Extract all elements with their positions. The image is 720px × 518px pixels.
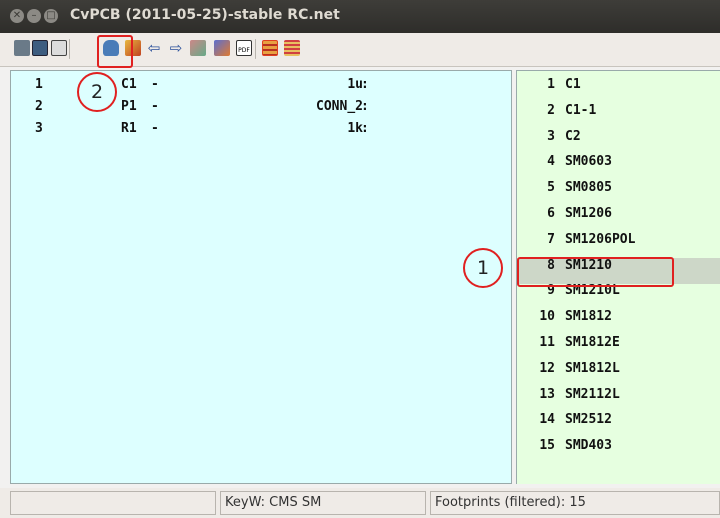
footprint-number: 7 [547, 231, 555, 247]
toolbar-separator [255, 39, 256, 59]
component-footprint-separator: : [361, 77, 369, 92]
footprint-row[interactable]: 9 SM1210L [517, 283, 720, 309]
footprint-number: 1 [547, 77, 555, 92]
footprint-name: SM1206POL [565, 231, 636, 247]
component-dash: - [151, 121, 159, 136]
next-icon[interactable]: ⇨ [168, 40, 184, 56]
footprint-name: C1-1 [565, 102, 597, 118]
footprint-name: SM1206 [565, 206, 612, 221]
window-title: CvPCB (2011-05-25)-stable RC.net [70, 7, 340, 23]
footprint-name: SM2512 [565, 412, 612, 428]
annotation-circle-2: 2 [77, 72, 117, 112]
footprint-number: 14 [539, 412, 555, 428]
footprint-row[interactable]: 3 C2 [517, 129, 720, 155]
footprint-number: 6 [547, 206, 555, 221]
footprint-name: C1 [565, 77, 581, 92]
component-footprint-separator: : [361, 99, 369, 114]
view-footprint-highlight [97, 35, 133, 68]
toolbar-separator [69, 39, 70, 59]
footprint-number: 5 [547, 180, 555, 196]
configure-icon[interactable] [51, 40, 67, 56]
footprint-number: 12 [539, 360, 555, 376]
footprint-number: 13 [539, 386, 555, 402]
footprint-name: SM1812 [565, 309, 612, 325]
maximize-window-button[interactable]: □ [44, 9, 58, 23]
footprint-name: SM2112L [565, 386, 620, 402]
component-dash: - [151, 99, 159, 114]
footprint-number: 3 [547, 128, 555, 144]
component-row[interactable]: 3 R1-1k: [11, 121, 511, 145]
open-netlist-icon[interactable] [14, 40, 30, 56]
footprint-row[interactable]: 14 SM2512 [517, 412, 720, 438]
component-index: 3 [35, 121, 43, 136]
footprint-name: C2 [565, 128, 581, 144]
status-bar: KeyW: CMS SM Footprints (filtered): 15 [0, 488, 720, 518]
components-list[interactable]: 1 C1-1u:2 P1- CONN_2:3 R1-1k: [10, 70, 512, 484]
filter-keyword-icon[interactable] [262, 40, 278, 56]
title-bar: ✕ – □ CvPCB (2011-05-25)-stable RC.net [0, 0, 720, 33]
pdf-doc-icon[interactable]: PDF [236, 40, 252, 56]
footprint-row[interactable]: 15 SMD403 [517, 438, 720, 464]
footprint-number: 15 [539, 438, 555, 454]
previous-icon[interactable]: ⇦ [146, 40, 162, 56]
component-reference: P1 [121, 99, 137, 114]
footprint-row[interactable]: 1 C1 [517, 77, 720, 103]
footprint-row[interactable]: 4 SM0603 [517, 154, 720, 180]
footprint-name: SM1812E [565, 335, 620, 350]
footprint-name: SMD403 [565, 438, 612, 454]
status-footprint-count: Footprints (filtered): 15 [430, 491, 720, 515]
footprint-row[interactable]: 5 SM0805 [517, 180, 720, 206]
footprint-number: 10 [539, 309, 555, 325]
status-message [10, 491, 216, 515]
footprint-name: SM0603 [565, 154, 612, 170]
component-index: 1 [35, 77, 43, 92]
delete-associations-icon[interactable] [190, 40, 206, 56]
annotation-circle-1: 1 [463, 248, 503, 288]
footprint-row[interactable]: 7 SM1206POL [517, 232, 720, 258]
component-footprint-separator: : [361, 121, 369, 136]
component-dash: - [151, 77, 159, 92]
footprint-row[interactable]: 11 SM1812E [517, 335, 720, 361]
filter-pincount-icon[interactable] [284, 40, 300, 56]
footprint-number: 2 [547, 102, 555, 118]
footprint-doc-icon[interactable] [214, 40, 230, 56]
footprint-row[interactable]: 10 SM1812 [517, 309, 720, 335]
footprint-row[interactable]: 13 SM2112L [517, 387, 720, 413]
footprint-number: 11 [539, 335, 555, 350]
selected-footprint-highlight [517, 257, 674, 287]
footprint-row[interactable]: 6 SM1206 [517, 206, 720, 232]
footprint-row[interactable]: 12 SM1812L [517, 361, 720, 387]
footprint-name: SM0805 [565, 180, 612, 196]
component-index: 2 [35, 99, 43, 114]
footprint-name: SM1812L [565, 360, 620, 376]
save-icon[interactable] [32, 40, 48, 56]
component-reference: R1 [121, 121, 137, 136]
component-value: CONN_2 [316, 99, 363, 114]
component-reference: C1 [121, 77, 137, 92]
status-keyword: KeyW: CMS SM [220, 491, 426, 515]
footprint-number: 4 [547, 154, 555, 170]
close-window-button[interactable]: ✕ [10, 9, 24, 23]
footprint-row[interactable]: 2 C1-1 [517, 103, 720, 129]
minimize-window-button[interactable]: – [27, 9, 41, 23]
